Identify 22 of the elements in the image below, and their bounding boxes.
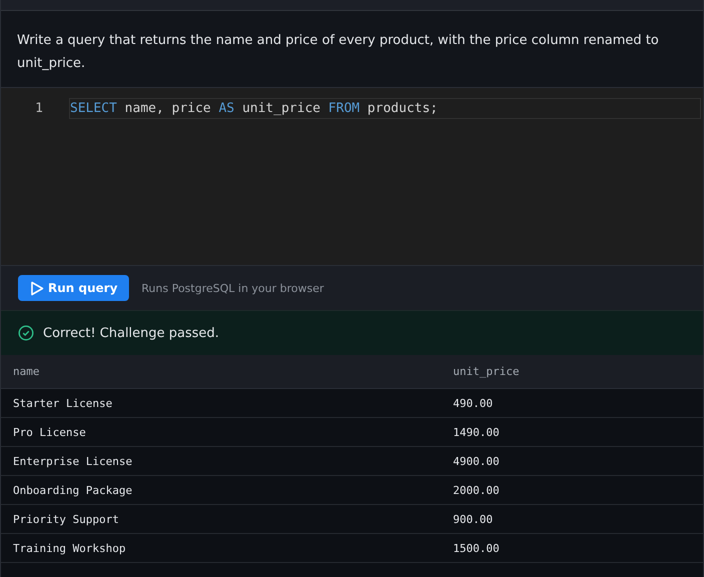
table-cell: 490.00	[441, 388, 703, 418]
check-circle-icon	[18, 325, 34, 341]
table-cell: Onboarding Package	[1, 476, 441, 504]
table-cell: 4900.00	[441, 446, 703, 476]
table-cell: 1500.00	[441, 534, 703, 562]
table-cell: Enterprise License	[1, 446, 441, 476]
table-cell: Pro License	[1, 418, 441, 446]
table-cell: 2000.00	[441, 476, 703, 504]
run-query-button[interactable]: Run query	[18, 275, 129, 301]
column-header: name	[1, 355, 441, 388]
table-cell: Training Workshop	[1, 534, 441, 562]
result-message: Correct! Challenge passed.	[43, 326, 220, 340]
play-icon	[30, 280, 44, 296]
table-cell: 900.00	[441, 504, 703, 534]
hint-text: Runs PostgreSQL in your browser	[142, 282, 324, 294]
table-cell: Starter License	[1, 388, 441, 418]
code-editor[interactable]: 1 SELECT name, price AS unit_price FROM products;	[1, 88, 703, 265]
table-cell: Priority Support	[1, 504, 441, 534]
column-header: unit_price	[441, 355, 703, 388]
prompt-text: Write a query that returns the name and price of every product, with the price column renamed to unit_price.	[1, 11, 703, 88]
line-number: 1	[34, 101, 44, 116]
table-cell: 1490.00	[441, 418, 703, 446]
